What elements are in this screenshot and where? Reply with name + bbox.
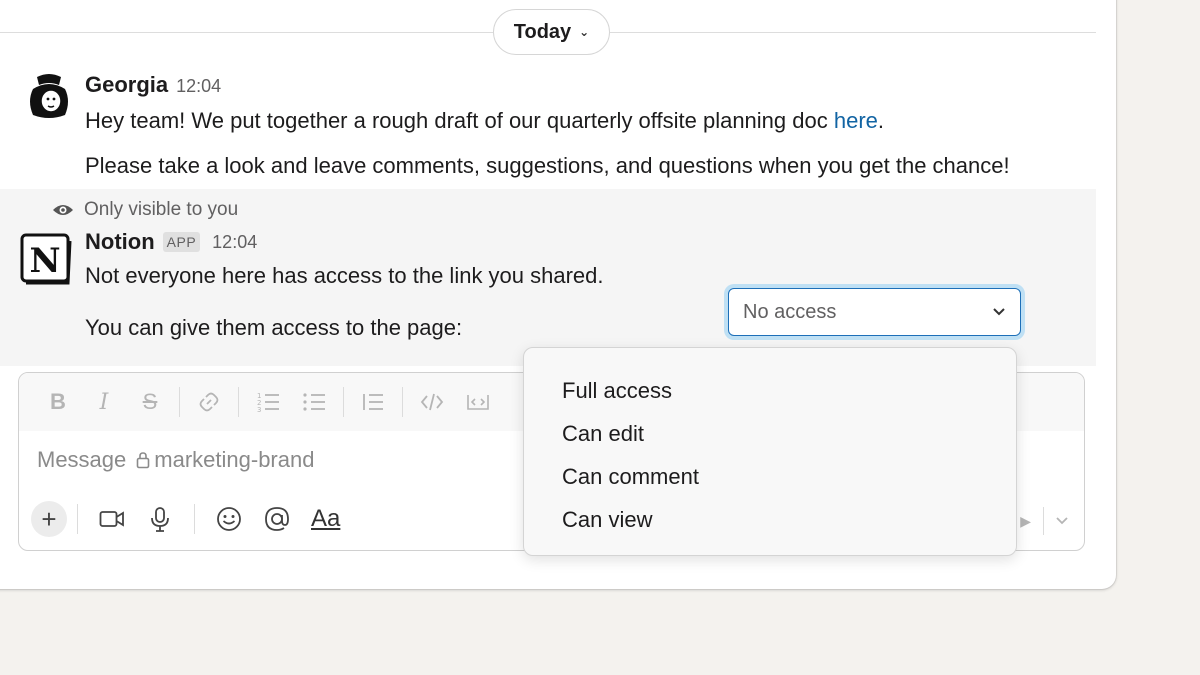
ordered-list-icon[interactable]: 123: [253, 387, 283, 417]
chevron-down-icon: [993, 308, 1005, 316]
menu-item-full-access[interactable]: Full access: [524, 372, 1016, 415]
formatting-toggle-button[interactable]: Aa: [311, 502, 340, 536]
notion-logo-icon[interactable]: N: [20, 233, 72, 285]
chevron-down-icon: ⌄: [579, 25, 590, 39]
app-badge: APP: [162, 232, 201, 252]
avatar[interactable]: [23, 69, 75, 121]
italic-icon[interactable]: I: [89, 387, 119, 417]
channel-name: marketing-brand: [154, 447, 315, 472]
date-divider-button[interactable]: Today ⌄: [493, 9, 610, 55]
video-icon[interactable]: [95, 502, 129, 536]
toolbar-divider: [238, 387, 239, 417]
message-text-line-1: Hey team! We put together a rough draft …: [85, 106, 884, 136]
notion-text-line-2: You can give them access to the page:: [85, 315, 463, 340]
access-select-value: No access: [743, 300, 837, 323]
svg-text:3: 3: [257, 406, 261, 413]
code-icon[interactable]: [417, 387, 447, 417]
message-georgia: Georgia 12:04 Hey team! We put together …: [0, 69, 1096, 188]
send-icon[interactable]: ▶: [1020, 513, 1031, 530]
message-notion: Only visible to you N Notion APP 12:04 N…: [0, 189, 1096, 366]
visibility-label: Only visible to you: [84, 199, 239, 220]
date-divider-label: Today: [513, 20, 572, 43]
notion-text-line-1: Not everyone here has access to the link…: [85, 263, 604, 288]
toolbar-divider: [179, 387, 180, 417]
message-placeholder: Message: [37, 447, 127, 472]
plus-icon[interactable]: +: [31, 501, 67, 537]
microphone-icon[interactable]: [143, 502, 177, 536]
mention-icon[interactable]: [260, 502, 294, 536]
emoji-icon[interactable]: [212, 502, 246, 536]
message-text: Hey team! We put together a rough draft …: [85, 108, 834, 133]
sender-name[interactable]: Georgia: [85, 72, 168, 98]
sender-name[interactable]: Notion: [85, 229, 155, 255]
send-divider: [1043, 507, 1044, 535]
message-time[interactable]: 12:04: [212, 232, 257, 253]
blockquote-icon[interactable]: [358, 387, 388, 417]
bold-icon[interactable]: B: [43, 387, 73, 417]
menu-item-can-edit[interactable]: Can edit: [524, 415, 1016, 458]
message-text-line-2: Please take a look and leave comments, s…: [85, 153, 1010, 178]
actions-divider: [77, 504, 78, 534]
composer-actions: + Aa: [31, 501, 347, 537]
message-input[interactable]: Message marketing-brand: [37, 447, 314, 473]
lock-icon: [136, 452, 150, 469]
code-block-icon[interactable]: [463, 387, 493, 417]
send-area: ▶: [1020, 507, 1068, 535]
message-text-end: .: [877, 108, 885, 133]
svg-text:N: N: [29, 241, 60, 281]
visibility-note: Only visible to you: [52, 199, 238, 221]
strikethrough-icon[interactable]: S: [135, 387, 165, 417]
toolbar-divider: [343, 387, 344, 417]
link-icon[interactable]: [194, 387, 224, 417]
toolbar-divider: [402, 387, 403, 417]
access-options-menu: Full access Can edit Can comment Can vie…: [523, 347, 1017, 556]
menu-item-can-comment[interactable]: Can comment: [524, 458, 1016, 501]
eye-icon: [53, 205, 73, 215]
actions-divider: [194, 504, 195, 534]
message-time[interactable]: 12:04: [176, 76, 221, 97]
doc-link[interactable]: here: [834, 108, 878, 133]
menu-item-can-view[interactable]: Can view: [524, 501, 1016, 544]
access-select[interactable]: No access: [724, 284, 1025, 340]
chevron-down-icon[interactable]: [1056, 517, 1068, 525]
bullet-list-icon[interactable]: [299, 387, 329, 417]
